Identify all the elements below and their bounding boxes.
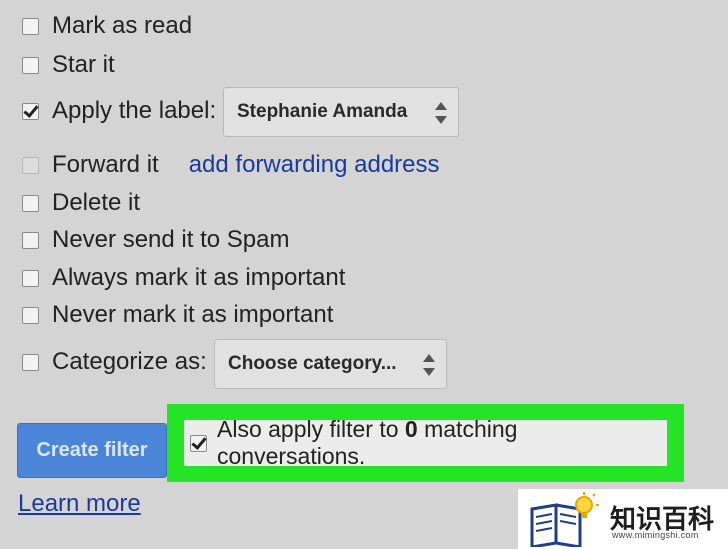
category-select-value: Choose category... [228,353,397,374]
also-apply-label: Also apply filter to 0 matching conversa… [217,416,667,470]
option-never-spam: Never send it to Spam [22,226,289,254]
watermark-url: www.mimingshi.com [612,530,699,540]
mark-as-read-checkbox[interactable] [22,17,39,35]
delete-it-label: Delete it [52,189,141,216]
also-apply-option: Also apply filter to 0 matching conversa… [184,416,667,469]
categorize-label: Categorize as: [52,348,207,375]
mark-as-read-label: Mark as read [52,12,193,39]
create-filter-button[interactable]: Create filter [17,423,167,478]
always-important-checkbox[interactable] [22,269,39,287]
star-it-checkbox[interactable] [22,56,39,74]
add-forwarding-address-link[interactable]: add forwarding address [189,151,440,179]
option-categorize: Categorize as: [22,348,207,376]
star-it-label: Star it [52,51,115,78]
forward-it-label: Forward it [52,151,159,178]
never-important-label: Never mark it as important [52,301,334,328]
highlight-box: Also apply filter to 0 matching conversa… [167,404,684,482]
label-select-value: Stephanie Amanda [237,101,408,122]
watermark: 知识百科 www.mimingshi.com [518,489,728,549]
categorize-checkbox[interactable] [22,353,39,371]
option-forward-it: Forward it add forwarding address [22,151,440,179]
learn-more-link[interactable]: Learn more [18,490,141,518]
apply-label-checkbox[interactable] [22,102,39,120]
option-never-important: Never mark it as important [22,301,333,329]
select-arrows-icon [423,354,435,376]
option-delete-it: Delete it [22,189,140,217]
select-arrows-icon [435,102,447,124]
delete-it-checkbox[interactable] [22,194,39,212]
always-important-label: Always mark it as important [52,264,346,291]
option-mark-as-read: Mark as read [22,12,192,40]
option-always-important: Always mark it as important [22,264,345,292]
never-important-checkbox[interactable] [22,306,39,324]
never-spam-label: Never send it to Spam [52,226,290,253]
book-bulb-icon [530,492,599,547]
also-apply-prefix: Also apply filter to [217,416,405,442]
also-apply-checkbox[interactable] [190,434,207,452]
category-select[interactable]: Choose category... [214,339,447,389]
label-select[interactable]: Stephanie Amanda [223,87,459,137]
matching-count: 0 [404,416,418,442]
option-star-it: Star it [22,51,115,79]
never-spam-checkbox[interactable] [22,231,39,249]
apply-label-label: Apply the label: [52,97,217,124]
forward-it-checkbox[interactable] [22,156,39,174]
option-apply-label: Apply the label: [22,97,216,125]
